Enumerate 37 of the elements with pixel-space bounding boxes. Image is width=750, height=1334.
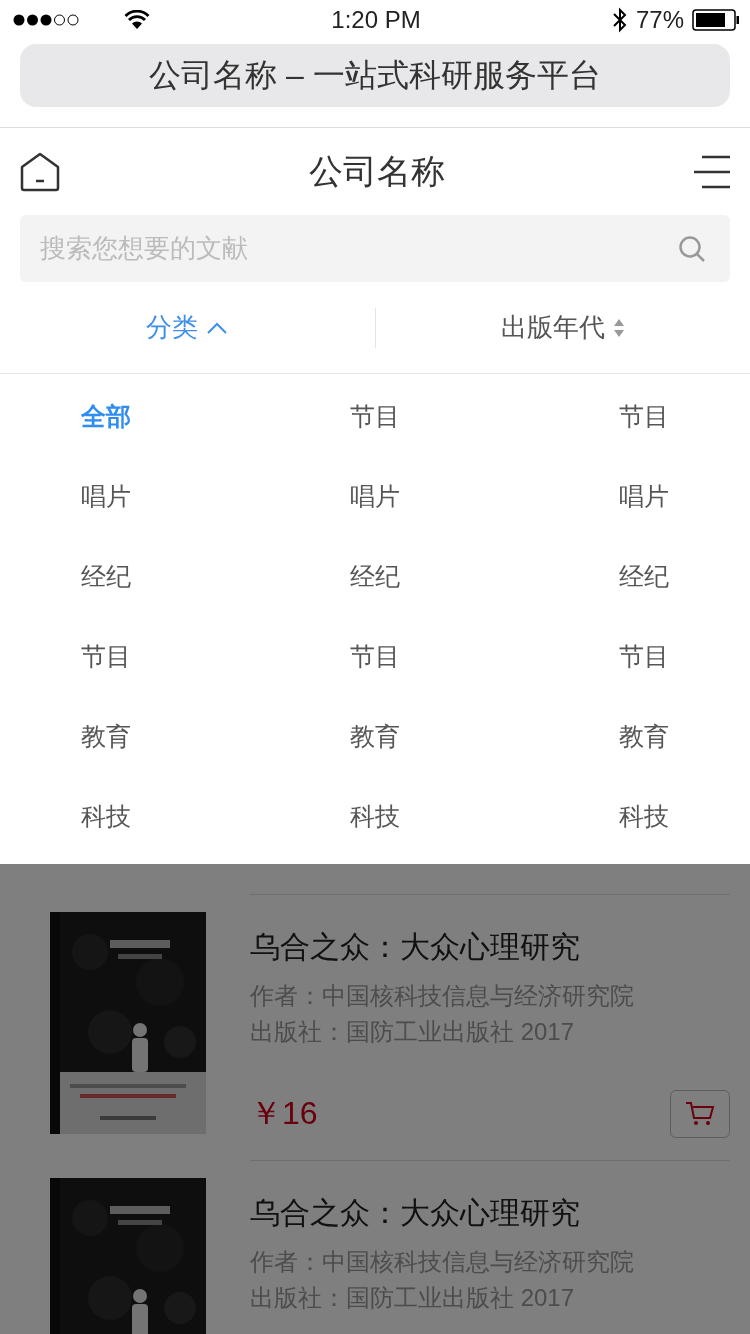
page-title: 公司名称 <box>309 150 445 192</box>
wifi-icon <box>124 10 150 30</box>
category-option[interactable]: 科技 <box>81 776 131 856</box>
category-option[interactable]: 教育 <box>350 696 400 776</box>
signal-dots-icon <box>12 13 80 27</box>
category-option[interactable]: 唱片 <box>81 456 131 536</box>
category-option[interactable]: 科技 <box>619 776 669 856</box>
category-option[interactable]: 节目 <box>350 376 400 456</box>
category-option[interactable]: 经纪 <box>350 536 400 616</box>
category-option[interactable]: 唱片 <box>619 456 669 536</box>
book-price: ￥16 <box>250 1094 318 1133</box>
battery-icon <box>692 9 740 31</box>
status-time: 1:20 PM <box>331 6 421 34</box>
battery-percent: 77% <box>635 6 684 34</box>
category-option[interactable]: 经纪 <box>81 536 131 616</box>
category-option[interactable]: 教育 <box>619 696 669 776</box>
category-option[interactable]: 唱片 <box>350 456 400 536</box>
cart-icon <box>685 1101 715 1127</box>
menu-icon[interactable] <box>694 154 730 189</box>
url-bar[interactable]: 公司名称 – 一站式科研服务平台 <box>20 44 730 107</box>
search-field[interactable]: 搜索您想要的文献 <box>20 215 730 282</box>
category-option[interactable]: 节目 <box>350 616 400 696</box>
category-option[interactable]: 经纪 <box>619 536 669 616</box>
category-option[interactable]: 节目 <box>81 616 131 696</box>
cart-button[interactable] <box>670 1090 730 1138</box>
home-icon[interactable] <box>20 151 60 192</box>
backdrop-overlay[interactable] <box>0 864 750 1334</box>
category-option[interactable]: 科技 <box>350 776 400 856</box>
category-option[interactable]: 节目 <box>619 376 669 456</box>
book-title[interactable]: 乌合之众：大众心理研究 <box>250 1193 730 1234</box>
book-title[interactable]: 乌合之众：大众心理研究 <box>250 927 730 968</box>
bluetooth-icon <box>611 7 628 33</box>
filter-tab[interactable]: 出版年代 <box>492 302 633 353</box>
search-icon[interactable] <box>678 235 706 263</box>
sort-icon <box>612 317 625 338</box>
category-option[interactable]: 教育 <box>81 696 131 776</box>
category-option[interactable]: 节目 <box>619 616 669 696</box>
